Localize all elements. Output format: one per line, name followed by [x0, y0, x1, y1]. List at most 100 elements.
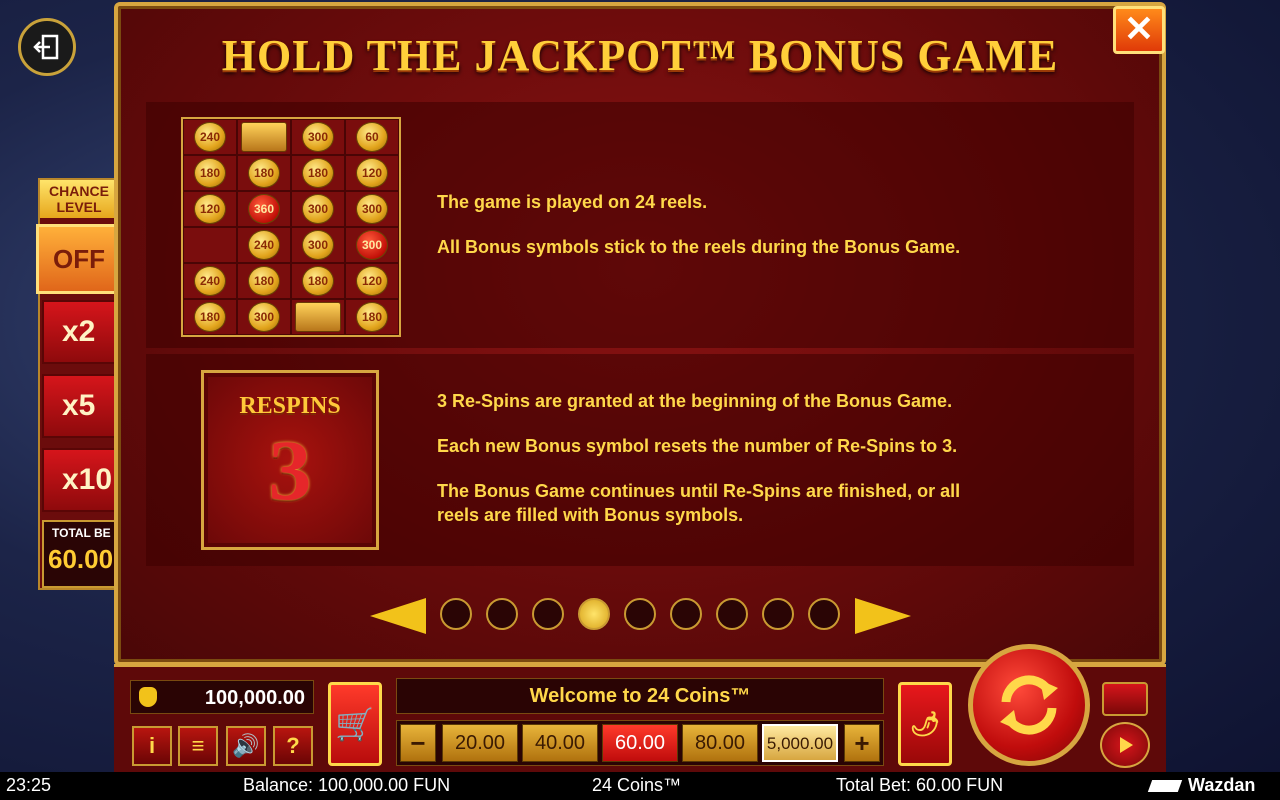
bonus-coin: 300 — [248, 302, 280, 332]
money-bag-icon — [139, 687, 157, 707]
increase-bet-button[interactable]: + — [844, 724, 880, 762]
info-icon: i — [148, 733, 156, 758]
next-page-arrow[interactable] — [855, 598, 911, 634]
grid-cell: 180 — [183, 155, 237, 191]
grid-cell: 180 — [237, 155, 291, 191]
side-total-bet: TOTAL BE 60.00 — [42, 520, 118, 588]
page-dot[interactable] — [624, 598, 656, 630]
buy-feature-button[interactable]: 🛒 — [328, 682, 382, 766]
grid-cell: 120 — [345, 263, 399, 299]
balance-display: 100,000.00 — [130, 680, 314, 714]
grid-cell: 240 — [183, 119, 237, 155]
grid-cell: 300 — [291, 227, 345, 263]
speaker-icon: 🔊 — [232, 733, 260, 758]
status-total-bet: Total Bet: 60.00 FUN — [836, 775, 1004, 795]
chili-feature-button[interactable]: 🌶🌶 — [898, 682, 952, 800]
chance-x10-button[interactable]: x10 — [42, 448, 118, 512]
menu-button[interactable]: ≡ — [178, 726, 218, 766]
dialog-title: HOLD THE JACKPOT™ BONUS GAME — [221, 31, 1059, 80]
play-icon — [1120, 737, 1133, 753]
respins-label: RESPINS — [239, 393, 341, 419]
grid-cell: 120 — [183, 191, 237, 227]
grid-cell: 240 — [237, 227, 291, 263]
grid-cell: 300 — [237, 299, 291, 335]
grid-cell: 180 — [237, 263, 291, 299]
bonus-coin: 180 — [302, 158, 334, 188]
bonus-coin: 180 — [356, 302, 388, 332]
bonus-coin: 120 — [356, 266, 388, 296]
chance-off-button[interactable]: OFF — [36, 224, 118, 294]
cart-icon: 🛒 — [335, 706, 375, 742]
grid-cell: 180 — [345, 299, 399, 335]
bonus-grid-illustration: 240 300 60 180 180 180 120 120 360 300 300 240 300 30… — [181, 117, 401, 337]
grid-cell: 180 — [291, 263, 345, 299]
page-dot[interactable] — [532, 598, 564, 630]
reels-count-text: The game is played on 24 reels. — [437, 192, 708, 212]
grid-cell: 300 — [345, 227, 399, 263]
bet-option-button[interactable]: 20.00 — [442, 724, 518, 762]
close-button[interactable]: ✕ — [1113, 6, 1165, 54]
bet-option-button[interactable]: 60.00 — [602, 724, 678, 762]
page-dot[interactable] — [578, 598, 610, 630]
bet-option-button[interactable]: 40.00 — [522, 724, 598, 762]
bonus-coin: 60 — [356, 122, 388, 152]
bonus-coin: 120 — [356, 158, 388, 188]
bonus-coin: 300 — [302, 122, 334, 152]
chance-level-label: CHANCE LEVEL — [40, 180, 118, 218]
turbo-button[interactable] — [1102, 682, 1148, 716]
wazdan-logo-icon — [1147, 780, 1183, 792]
bet-option-button[interactable]: 5,000.00 — [762, 724, 838, 762]
page-dot[interactable] — [670, 598, 702, 630]
respins-reset-text: Each new Bonus symbol resets the number … — [437, 436, 958, 456]
spin-arrows-icon — [1000, 675, 1058, 735]
bonus-coin: 180 — [194, 302, 226, 332]
bonus-continues-text-1: The Bonus Game continues until Re-Spins … — [437, 481, 961, 501]
chance-x5-button[interactable]: x5 — [42, 374, 118, 438]
page-dot[interactable] — [440, 598, 472, 630]
page-dot[interactable] — [486, 598, 518, 630]
bonus-coin: 240 — [248, 230, 280, 260]
grid-cell: 180 — [183, 299, 237, 335]
grid-cell: 180 — [291, 155, 345, 191]
respins-number: 3 — [268, 422, 312, 518]
bonus-coin: 300 — [302, 194, 334, 224]
status-balance: Balance: 100,000.00 FUN — [243, 775, 451, 795]
page-dot[interactable] — [716, 598, 748, 630]
bonus-coin: 240 — [194, 266, 226, 296]
status-bar: 23:25 Balance: 100,000.00 FUN 24 Coins™ … — [0, 772, 1280, 800]
menu-icon: ≡ — [191, 733, 205, 758]
chance-x2-button[interactable]: x2 — [42, 300, 118, 364]
info-button[interactable]: i — [132, 726, 172, 766]
page-dot[interactable] — [808, 598, 840, 630]
autoplay-button[interactable] — [1100, 722, 1150, 768]
previous-page-arrow[interactable] — [370, 598, 426, 634]
respins-illustration: RESPINS 3 — [201, 370, 379, 550]
decrease-bet-button[interactable]: − — [400, 724, 436, 762]
help-button[interactable]: ? — [273, 726, 313, 766]
grid-cell — [183, 227, 237, 263]
bonus-coin: 360 — [248, 194, 280, 224]
bonus-continues-text-2: reels are filled with Bonus symbols. — [437, 505, 744, 525]
clock: 23:25 — [6, 775, 52, 795]
respins-granted-text: 3 Re-Spins are granted at the beginning … — [437, 391, 953, 411]
wazdan-brand: Wazdan — [1188, 775, 1256, 795]
sticky-symbols-text: All Bonus symbols stick to the reels dur… — [437, 237, 961, 257]
bonus-coin: 120 — [194, 194, 226, 224]
treasure-chest-icon — [241, 122, 287, 152]
bonus-coin: 240 — [194, 122, 226, 152]
bet-option-button[interactable]: 80.00 — [682, 724, 758, 762]
bonus-coin: 180 — [302, 266, 334, 296]
bonus-coin: 300 — [356, 230, 388, 260]
grid-cell: 300 — [345, 191, 399, 227]
status-game-name: 24 Coins™ — [592, 775, 682, 795]
bonus-coin: 300 — [356, 194, 388, 224]
page-dot[interactable] — [762, 598, 794, 630]
sound-button[interactable]: 🔊 — [226, 726, 266, 766]
side-total-bet-value: 60.00 — [48, 544, 114, 574]
question-icon: ? — [286, 733, 300, 758]
spin-button[interactable] — [968, 644, 1090, 766]
bonus-coin: 180 — [248, 158, 280, 188]
balance-value: 100,000.00 — [204, 687, 305, 709]
bonus-coin: 180 — [248, 266, 280, 296]
grid-cell: 300 — [291, 119, 345, 155]
